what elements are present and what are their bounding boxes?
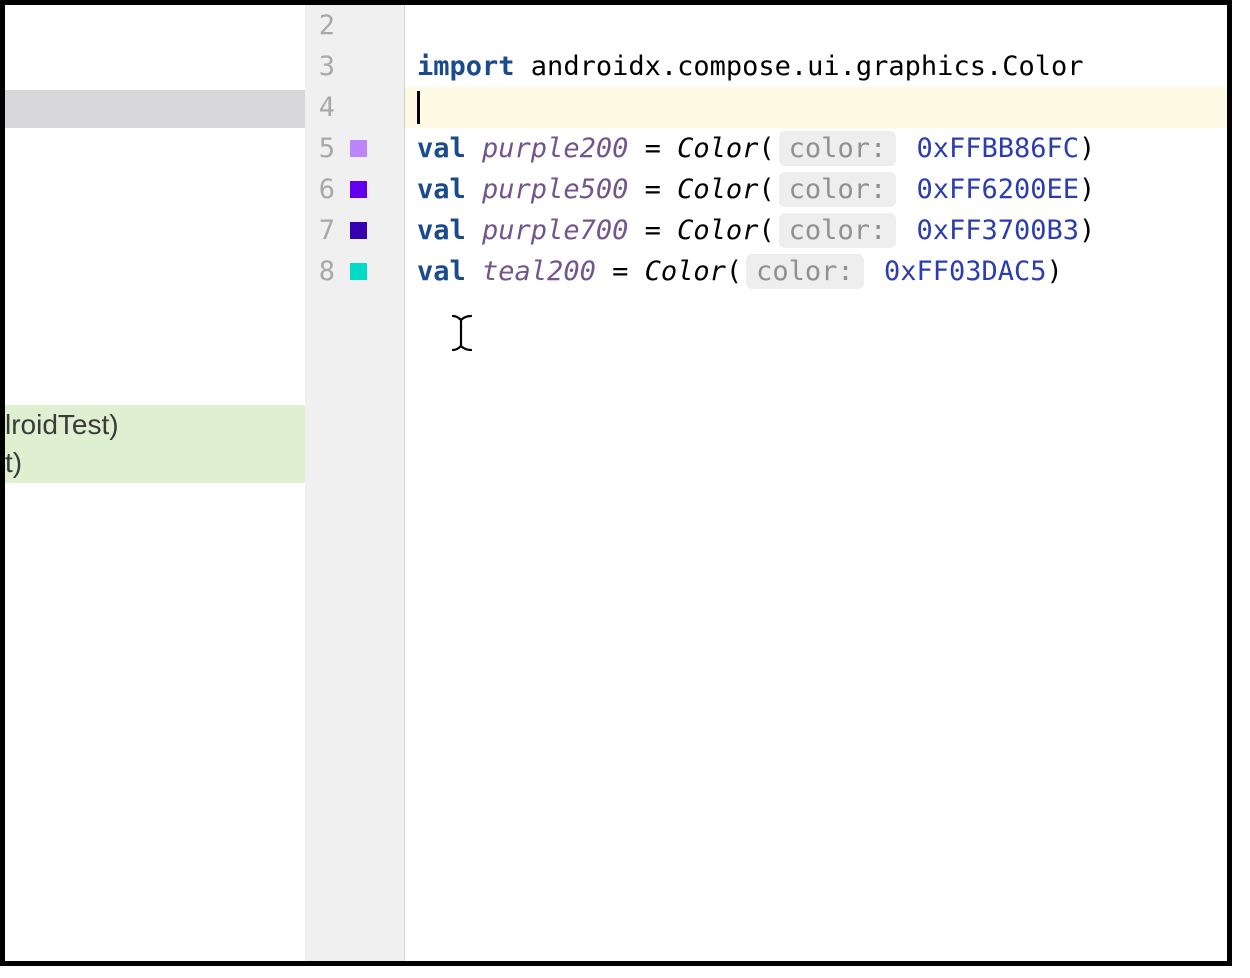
hex-literal: 0xFF6200EE [900, 174, 1079, 205]
class-color: Color [645, 256, 726, 287]
line-number: 3 [305, 51, 335, 82]
line-number: 8 [305, 256, 335, 287]
gutter-line[interactable]: 3 [305, 46, 404, 87]
ibeam-cursor-icon [450, 313, 474, 363]
line-number: 6 [305, 174, 335, 205]
keyword-import: import [417, 51, 515, 82]
code-line[interactable] [405, 5, 1227, 46]
gutter-line[interactable]: 6 [305, 169, 404, 210]
var-teal200: teal200 [466, 256, 596, 287]
color-swatch-icon[interactable] [350, 222, 367, 239]
code-line[interactable]: val purple700 = Color(color: 0xFF3700B3) [405, 210, 1227, 251]
sidebar-folder-androidtest[interactable]: lroidTest) [5, 406, 305, 444]
gutter-line[interactable]: 7 [305, 210, 404, 251]
code-line[interactable]: import androidx.compose.ui.graphics.Colo… [405, 46, 1227, 87]
editor-gutter[interactable]: 2 3 4 5 6 7 8 [305, 5, 405, 961]
param-hint: color: [746, 254, 864, 289]
keyword-val: val [417, 256, 466, 287]
gutter-line[interactable]: 5 [305, 128, 404, 169]
line-number: 2 [305, 10, 335, 41]
code-line-current[interactable] [405, 87, 1227, 128]
hex-literal: 0xFFBB86FC [900, 133, 1079, 164]
var-purple200: purple200 [466, 133, 629, 164]
line-number: 5 [305, 133, 335, 164]
var-purple500: purple500 [466, 174, 629, 205]
param-hint: color: [779, 213, 897, 248]
code-editor[interactable]: import androidx.compose.ui.graphics.Colo… [405, 5, 1227, 961]
param-hint: color: [779, 172, 897, 207]
hex-literal: 0xFF03DAC5 [868, 256, 1047, 287]
color-swatch-icon[interactable] [350, 263, 367, 280]
class-color: Color [677, 174, 758, 205]
gutter-line[interactable]: 8 [305, 251, 404, 292]
text-caret [417, 91, 420, 124]
code-line[interactable]: val teal200 = Color(color: 0xFF03DAC5) [405, 251, 1227, 292]
sidebar-selection-band[interactable] [5, 90, 305, 128]
keyword-val: val [417, 133, 466, 164]
param-hint: color: [779, 131, 897, 166]
sidebar-folder-test[interactable]: t) [5, 444, 305, 482]
keyword-val: val [417, 174, 466, 205]
gutter-line[interactable]: 4 [305, 87, 404, 128]
gutter-line[interactable]: 2 [305, 5, 404, 46]
color-swatch-icon[interactable] [350, 181, 367, 198]
color-swatch-icon[interactable] [350, 140, 367, 157]
import-path: androidx.compose.ui.graphics.Color [515, 51, 1084, 82]
code-line[interactable]: val purple200 = Color(color: 0xFFBB86FC) [405, 128, 1227, 169]
sidebar-test-sources[interactable]: lroidTest) t) [5, 405, 305, 483]
code-line[interactable]: val purple500 = Color(color: 0xFF6200EE) [405, 169, 1227, 210]
keyword-val: val [417, 215, 466, 246]
class-color: Color [677, 215, 758, 246]
class-color: Color [677, 133, 758, 164]
line-number: 7 [305, 215, 335, 246]
hex-literal: 0xFF3700B3 [900, 215, 1079, 246]
line-number: 4 [305, 92, 335, 123]
var-purple700: purple700 [466, 215, 629, 246]
ide-window: lroidTest) t) 2 3 4 5 6 7 8 [0, 0, 1232, 966]
project-sidebar[interactable]: lroidTest) t) [5, 5, 305, 961]
